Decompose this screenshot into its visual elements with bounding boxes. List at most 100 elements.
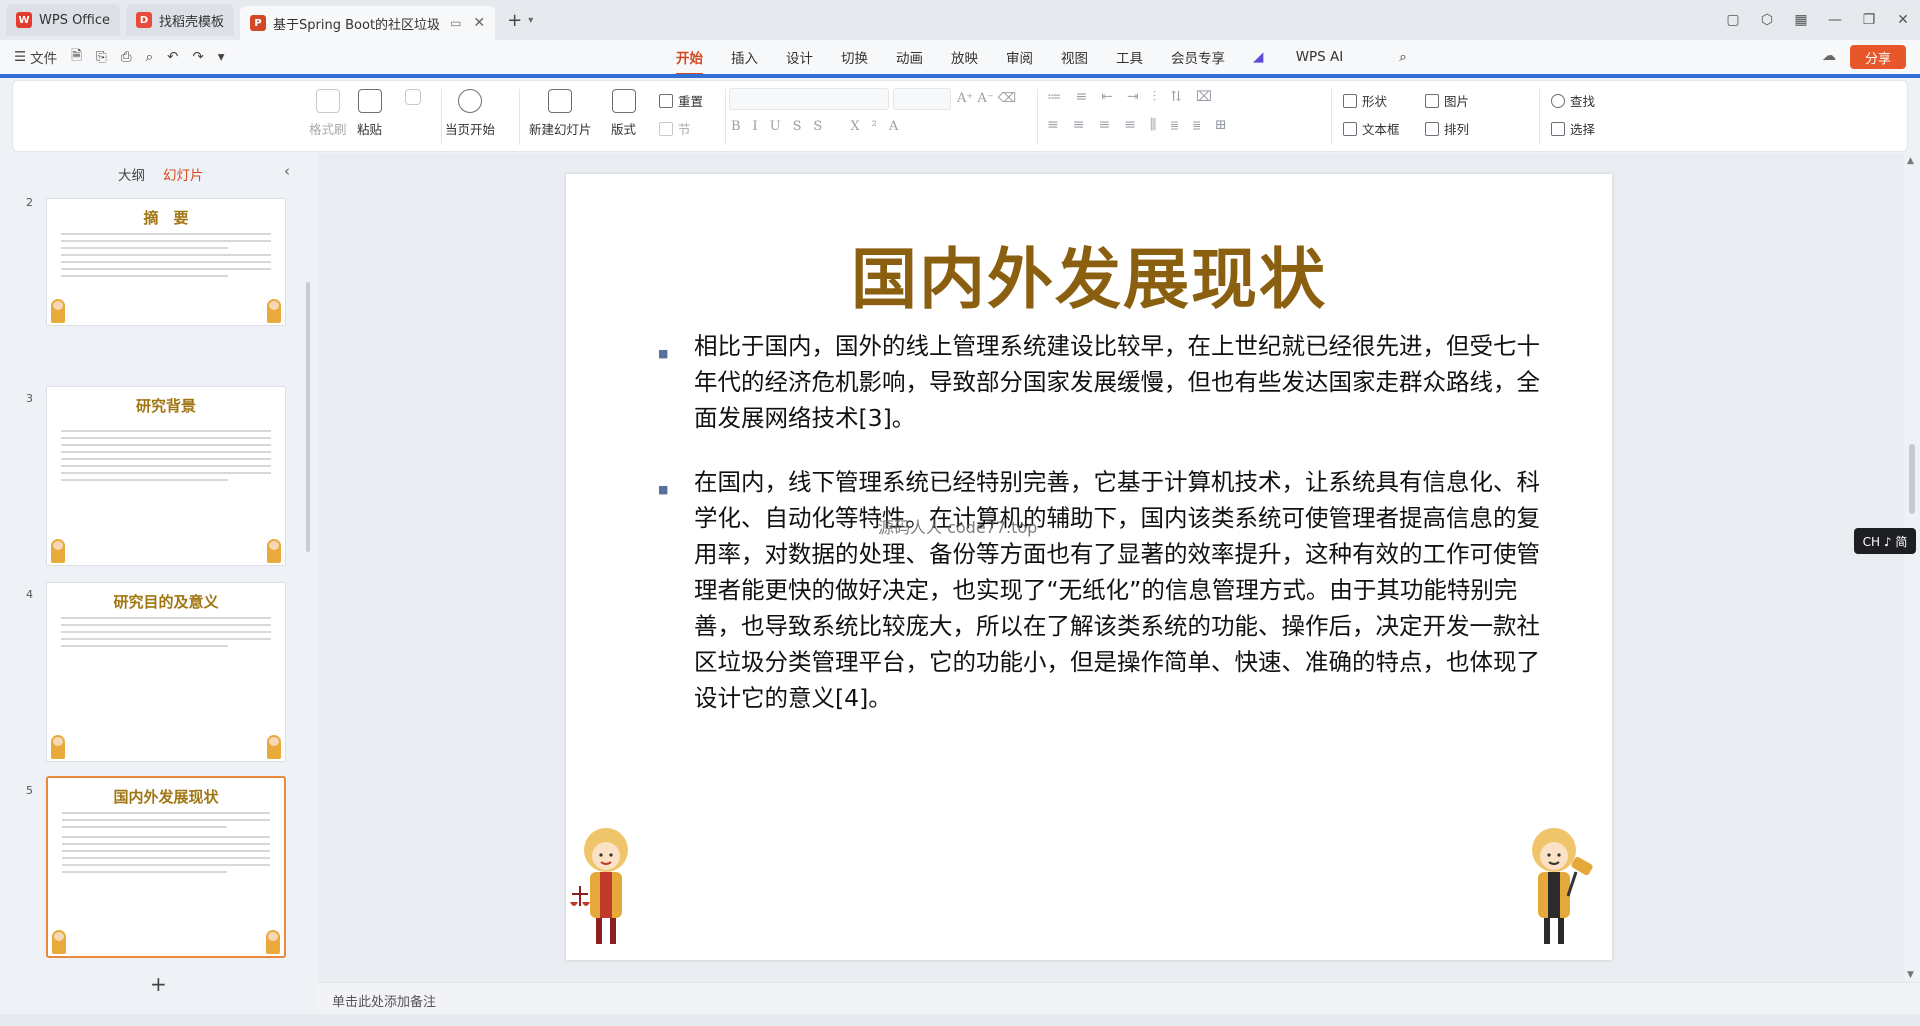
play-icon	[458, 89, 482, 113]
layout-button[interactable]: 版式	[611, 89, 636, 138]
divider	[1539, 89, 1540, 145]
tab-slides[interactable]: 幻灯片	[163, 164, 204, 184]
new-slide-button[interactable]: 新建幻灯片	[529, 89, 592, 138]
arrange-button[interactable]: 排列	[1425, 119, 1469, 138]
title-tab-bar: W WPS Office D 找稻壳模板 P 基于Spring Boot的社区垃…	[0, 0, 1920, 40]
slide-thumbnail-panel: 大纲 幻灯片 ‹ 2 摘 要 3 研究背景 4 研究目的及意义 5 国内外发展现…	[0, 154, 316, 996]
shape-icon	[1343, 93, 1357, 108]
format-painter-button[interactable]: 格式刷	[309, 89, 347, 138]
paragraph-controls-bottom[interactable]: ≡≡≡≡⫼≣≣⊞	[1047, 117, 1240, 133]
find-button[interactable]: 查找	[1551, 91, 1595, 110]
font-size-controls[interactable]: A⁺ A⁻ ⌫	[957, 91, 1016, 106]
share-button[interactable]: 分享	[1850, 45, 1906, 69]
bullet-paragraph-1[interactable]: ■ 相比于国内，国外的线上管理系统建设比较早，在上世纪就已经很先进，但受七十年代…	[658, 328, 1560, 436]
tab-outline[interactable]: 大纲	[118, 164, 145, 184]
save-icon[interactable]: 🗎	[71, 46, 82, 69]
tab-member[interactable]: 会员专享	[1171, 47, 1225, 67]
minimize-icon[interactable]: —	[1818, 12, 1852, 28]
tab-wps-office[interactable]: W WPS Office	[6, 4, 121, 36]
tab-design[interactable]: 设计	[786, 47, 813, 67]
scroll-down-icon[interactable]: ▼	[1907, 970, 1914, 980]
format-painter-icon	[315, 89, 340, 113]
font-family-select[interactable]	[729, 88, 889, 110]
ime-indicator[interactable]: CH ♪ 简	[1854, 528, 1916, 554]
paste-button[interactable]: 粘贴	[357, 89, 382, 138]
cloud-sync-icon[interactable]: ☁	[1822, 48, 1836, 64]
avatar[interactable]: ▦	[1784, 12, 1818, 28]
shape-button[interactable]: 形状	[1343, 91, 1387, 110]
new-slide-icon	[548, 89, 573, 113]
notes-input[interactable]: 单击此处添加备注	[318, 982, 1920, 1014]
tab-insert[interactable]: 插入	[731, 47, 758, 67]
tab-docer-templates[interactable]: D 找稻壳模板	[126, 4, 235, 36]
scrollbar-thumb[interactable]	[1909, 444, 1915, 514]
menu-bar: ☰ 文件 🗎 ⎘ ⎙ ⌕ ↶ ↷ ▾ 开始 插入 设计 切换 动画 放映 审阅 …	[0, 40, 1920, 75]
undo-icon[interactable]: ↶	[167, 49, 178, 65]
picture-button[interactable]: 图片	[1425, 91, 1469, 110]
reset-icon	[659, 93, 673, 108]
tab-transition[interactable]: 切换	[841, 47, 868, 67]
reset-button[interactable]: 重置	[659, 91, 703, 110]
mascot-icon	[266, 930, 280, 954]
vertical-scrollbar[interactable]: ▲ ▼	[1904, 154, 1920, 982]
slide-number: 5	[26, 784, 33, 797]
restore-icon[interactable]: ❐	[1852, 12, 1886, 28]
section-icon	[659, 121, 673, 136]
tab-presentation[interactable]: P 基于Spring Boot的社区垃圾 ▭ ✕	[240, 6, 496, 40]
arrange-icon	[1425, 121, 1439, 136]
slide-thumbnail-5-selected[interactable]: 国内外发展现状	[46, 776, 286, 958]
bullet-paragraph-2[interactable]: ■ 在国内，线下管理系统已经特别完善，它基于计算机技术，让系统具有信息化、科学化…	[658, 464, 1560, 716]
tab-review[interactable]: 审阅	[1006, 47, 1033, 67]
thumb-text-line	[61, 631, 271, 633]
select-button[interactable]: 选择	[1551, 119, 1595, 138]
close-window-icon[interactable]: ✕	[1886, 12, 1920, 28]
tab-list-dropdown-icon[interactable]: ▾	[528, 15, 533, 26]
play-from-current-button[interactable]: 当页开始	[445, 89, 495, 138]
mascot-icon	[51, 735, 65, 759]
paragraph-controls-top[interactable]: ≔≡⇤⇥⫶⇅⌧	[1047, 89, 1226, 105]
textbox-button[interactable]: 文本框	[1343, 119, 1400, 138]
slide-thumbnail-3[interactable]: 研究背景	[46, 386, 286, 566]
thumbnail-title: 研究目的及意义	[113, 593, 219, 611]
cut-button[interactable]	[405, 89, 421, 111]
section-button[interactable]: 节	[659, 119, 691, 138]
close-tab-icon[interactable]: ✕	[473, 15, 485, 31]
tab-animation[interactable]: 动画	[896, 47, 923, 67]
thumb-text-line	[61, 617, 271, 619]
redo-icon[interactable]: ↷	[192, 49, 203, 65]
new-slide-label: 新建幻灯片	[529, 122, 592, 137]
new-tab-icon[interactable]: +	[507, 10, 522, 31]
tab-home[interactable]: 开始	[676, 47, 703, 75]
thumbnail-scrollbar[interactable]	[306, 282, 310, 552]
divider	[441, 89, 442, 145]
search-icon[interactable]: ⌕	[1399, 49, 1407, 65]
tab-tools[interactable]: 工具	[1116, 47, 1143, 67]
slide-thumbnail-2[interactable]: 摘 要	[46, 198, 286, 326]
print-icon[interactable]: ⎙	[121, 49, 132, 65]
tab-view[interactable]: 视图	[1061, 47, 1088, 67]
file-menu[interactable]: 文件	[30, 47, 57, 67]
more-dropdown-icon[interactable]: ▾	[218, 49, 225, 65]
slide-title[interactable]: 国内外发展现状	[566, 226, 1612, 322]
tab-slideshow[interactable]: 放映	[951, 47, 978, 67]
cube-icon[interactable]: ⬡	[1750, 12, 1784, 28]
export-icon[interactable]: ⎘	[96, 49, 107, 65]
hamburger-icon[interactable]: ☰	[14, 49, 26, 65]
text-format-controls[interactable]: BIUSS X²A	[731, 119, 910, 134]
wps-ai-button[interactable]: ◢ WPS AI	[1253, 49, 1371, 65]
add-slide-icon[interactable]: +	[150, 972, 167, 996]
layout-icon[interactable]: ▢	[1716, 12, 1750, 28]
monitor-icon[interactable]: ▭	[450, 16, 461, 30]
paste-icon	[357, 89, 382, 113]
slide-page[interactable]: 国内外发展现状 ■ 相比于国内，国外的线上管理系统建设比较早，在上世纪就已经很先…	[566, 174, 1612, 960]
find-label: 查找	[1570, 94, 1596, 109]
print-preview-icon[interactable]: ⌕	[146, 49, 154, 65]
textbox-label: 文本框	[1362, 122, 1400, 137]
collapse-panel-icon[interactable]: ‹	[284, 162, 290, 180]
font-size-select[interactable]	[893, 88, 951, 110]
thumb-text-line	[61, 458, 271, 460]
panel-tabs: 大纲 幻灯片	[118, 164, 222, 184]
scroll-up-icon[interactable]: ▲	[1907, 156, 1914, 166]
slide-thumbnail-4[interactable]: 研究目的及意义	[46, 582, 286, 762]
mascot-icon	[267, 299, 281, 323]
